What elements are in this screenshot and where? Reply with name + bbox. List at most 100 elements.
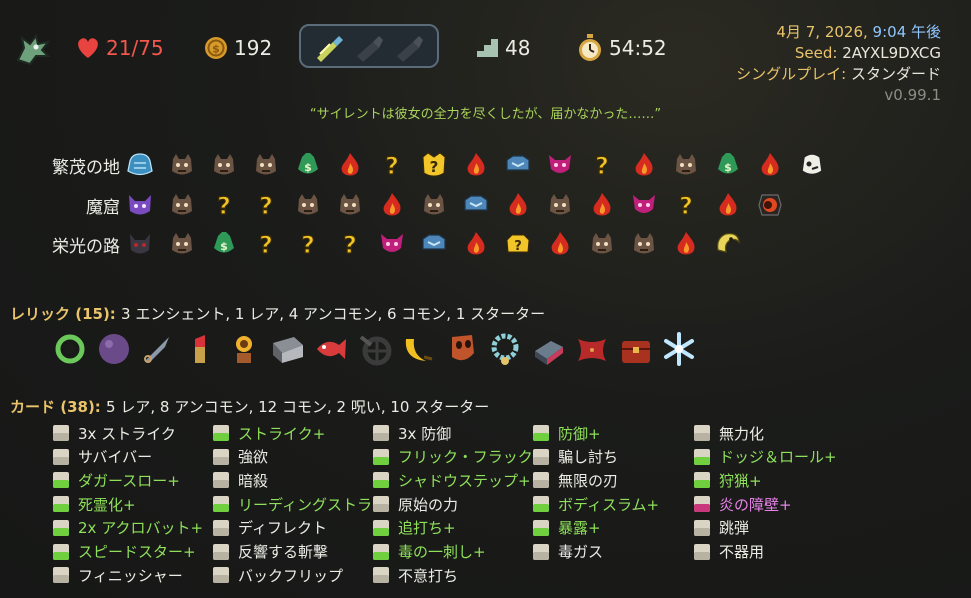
map-node-unknown-icon[interactable]: ?: [335, 229, 365, 259]
wheel-relic-icon[interactable]: [357, 331, 393, 367]
map-node-merchant-icon[interactable]: $: [209, 229, 239, 259]
ring-snake-relic-icon[interactable]: [52, 331, 88, 367]
card-entry[interactable]: 炎の障壁+: [693, 493, 792, 515]
card-entry[interactable]: フリック・フラック+: [372, 446, 545, 468]
necklace-relic-icon[interactable]: [487, 331, 523, 367]
map-node-unknown-icon[interactable]: ?: [671, 190, 701, 220]
card-entry[interactable]: 毒ガス: [532, 541, 603, 563]
map-node-monster-icon[interactable]: [545, 190, 575, 220]
map-node-rest-icon[interactable]: [503, 190, 533, 220]
map-node-monster-icon[interactable]: [335, 190, 365, 220]
card-entry[interactable]: 不意打ち: [372, 564, 458, 586]
mask-relic-icon[interactable]: [444, 331, 480, 367]
map-node-rest-icon[interactable]: [545, 229, 575, 259]
card-entry[interactable]: 3x ストライク: [52, 422, 176, 444]
map-node-unknown-icon[interactable]: ?: [293, 229, 323, 259]
map-node-monster-icon[interactable]: [587, 229, 617, 259]
card-entry[interactable]: ディフレクト: [212, 517, 327, 539]
card-entry[interactable]: 防御+: [532, 422, 601, 444]
map-node-rest-icon[interactable]: [461, 150, 491, 180]
map-node-monster-icon[interactable]: [167, 150, 197, 180]
map-node-monster-icon[interactable]: [671, 150, 701, 180]
map-node-elite-icon[interactable]: [377, 229, 407, 259]
card-entry[interactable]: 無力化: [693, 422, 764, 444]
map-node-boss-dark-icon[interactable]: [125, 229, 155, 259]
card-entry[interactable]: 毒の一刺し+: [372, 541, 486, 563]
banana-relic-icon[interactable]: [400, 331, 436, 367]
potion-icon[interactable]: [313, 32, 345, 62]
map-node-monster-icon[interactable]: [209, 150, 239, 180]
map-node-rest-icon[interactable]: [335, 150, 365, 180]
cushion-relic-icon[interactable]: [574, 331, 610, 367]
card-entry[interactable]: サバイバー: [52, 446, 152, 468]
card-entry[interactable]: 反響する斬撃: [212, 541, 328, 563]
map-node-elite-icon[interactable]: [545, 150, 575, 180]
map-node-unknown-icon[interactable]: ?: [587, 150, 617, 180]
seed-value[interactable]: 2AYXL9DXCG: [842, 44, 941, 62]
card-entry[interactable]: ダガースロー+: [52, 469, 180, 491]
kunai-relic-icon[interactable]: [139, 331, 175, 367]
map-node-unknown-elite-icon[interactable]: ?: [419, 150, 449, 180]
card-entry[interactable]: フィニッシャー: [52, 564, 183, 586]
card-entry[interactable]: リーディングストラ…: [212, 493, 387, 515]
card-entry[interactable]: ストライク+: [212, 422, 325, 444]
tome-relic-icon[interactable]: [270, 331, 306, 367]
card-entry[interactable]: 強欲: [212, 446, 268, 468]
map-node-monster-icon[interactable]: [251, 150, 281, 180]
map-node-merchant-icon[interactable]: $: [293, 150, 323, 180]
map-node-rest-icon[interactable]: [671, 229, 701, 259]
card-entry[interactable]: ボディスラム+: [532, 493, 659, 515]
sunflower-relic-icon[interactable]: [226, 331, 262, 367]
map-node-rest-icon[interactable]: [713, 190, 743, 220]
map-node-treasure-icon[interactable]: [461, 190, 491, 220]
card-entry[interactable]: 跳弾: [693, 517, 749, 539]
map-node-monster-icon[interactable]: [167, 229, 197, 259]
card-entry[interactable]: 原始の力: [372, 493, 458, 515]
map-node-unknown-icon[interactable]: ?: [251, 190, 281, 220]
orb-relic-icon[interactable]: [96, 331, 132, 367]
map-node-treasure-icon[interactable]: [503, 150, 533, 180]
map-node-merchant-icon[interactable]: $: [713, 150, 743, 180]
snowflake-relic-icon[interactable]: [661, 331, 697, 367]
map-node-boss-purple-icon[interactable]: [125, 190, 155, 220]
map-node-rest-icon[interactable]: [755, 150, 785, 180]
map-node-unknown-icon[interactable]: ?: [251, 229, 281, 259]
fish-relic-icon[interactable]: [313, 331, 349, 367]
card-entry[interactable]: スピードスター+: [52, 541, 196, 563]
card-entry[interactable]: 狩猟+: [693, 469, 762, 491]
card-entry[interactable]: 騙し討ち: [532, 446, 618, 468]
card-entry[interactable]: 暗殺: [212, 469, 268, 491]
map-node-elite-icon[interactable]: [629, 190, 659, 220]
map-node-rest-icon[interactable]: [587, 190, 617, 220]
card-entry[interactable]: 3x 防御: [372, 422, 451, 444]
lipstick-relic-icon[interactable]: [183, 331, 219, 367]
card-entry[interactable]: シャドウステップ+: [372, 469, 531, 491]
map-node-unknown-icon[interactable]: ?: [377, 150, 407, 180]
map-node-unknown-icon[interactable]: ?: [209, 190, 239, 220]
map-node-monster-icon[interactable]: [419, 190, 449, 220]
card-entry[interactable]: 暴露+: [532, 517, 601, 539]
map-node-rest-icon[interactable]: [377, 190, 407, 220]
card-entry[interactable]: 不器用: [693, 541, 764, 563]
map-node-monster-icon[interactable]: [293, 190, 323, 220]
card-entry[interactable]: 追打ち+: [372, 517, 456, 539]
empty-potion-slot-icon[interactable]: [353, 32, 385, 62]
card-entry[interactable]: 死霊化+: [52, 493, 136, 515]
card-entry[interactable]: バックフリップ: [212, 564, 343, 586]
map-node-boss-blue-icon[interactable]: [125, 150, 155, 180]
box-relic-icon[interactable]: [531, 331, 567, 367]
map-node-boss-white-icon[interactable]: [797, 150, 827, 180]
map-node-treasure-icon[interactable]: [419, 229, 449, 259]
card-entry[interactable]: 2x アクロバット+: [52, 517, 203, 539]
empty-potion-slot-icon[interactable]: [393, 32, 425, 62]
map-node-monster-icon[interactable]: [167, 190, 197, 220]
map-node-monster-icon[interactable]: [629, 229, 659, 259]
map-node-rest-icon[interactable]: [629, 150, 659, 180]
map-node-boss-red-icon[interactable]: [755, 190, 785, 220]
card-entry[interactable]: 無限の刃: [532, 469, 618, 491]
chest-relic-icon[interactable]: [618, 331, 654, 367]
map-node-unknown-treasure-icon[interactable]: ?: [503, 229, 533, 259]
map-node-rest-icon[interactable]: [461, 229, 491, 259]
card-entry[interactable]: ドッジ＆ロール+: [693, 446, 837, 468]
map-node-boss-yellow-icon[interactable]: [713, 229, 743, 259]
